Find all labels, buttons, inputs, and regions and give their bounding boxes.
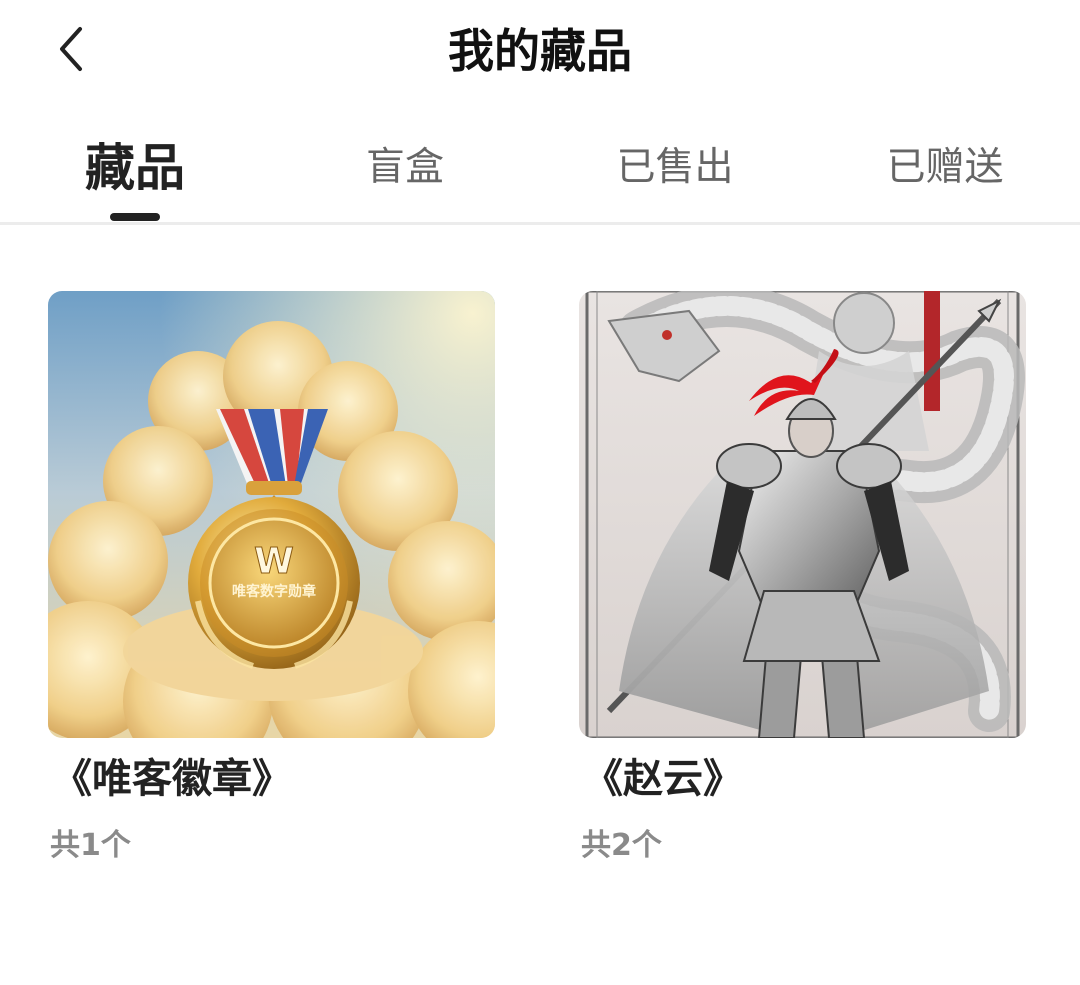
page-title: 我的藏品 <box>448 24 632 78</box>
collection-card-zhaoyun[interactable]: 《赵云》 共2个 <box>579 291 1026 866</box>
active-tab-indicator <box>110 213 160 221</box>
tab-label: 已售出 <box>616 145 734 190</box>
tab-label: 已赠送 <box>886 145 1004 190</box>
tab-sold[interactable]: 已售出 <box>575 130 775 222</box>
tab-gifted[interactable]: 已赠送 <box>845 130 1045 222</box>
tab-collections[interactable]: 藏品 <box>35 130 235 222</box>
collection-image-medal: W 唯客数字勋章 <box>48 291 495 738</box>
collection-card-medal[interactable]: W 唯客数字勋章 《唯客徽章》 共1个 <box>48 291 495 866</box>
collection-count: 共1个 <box>50 828 131 863</box>
medal-logo: W <box>254 541 294 582</box>
tabs-divider <box>0 222 1080 225</box>
collection-image-zhaoyun <box>579 291 1026 738</box>
tab-label: 藏品 <box>85 139 185 197</box>
header-bar: 我的藏品 <box>0 0 1080 100</box>
collection-count: 共2个 <box>581 828 662 863</box>
tab-blind-box[interactable]: 盲盒 <box>305 130 505 222</box>
tab-bar: 藏品 盲盒 已售出 已赠送 <box>0 130 1080 222</box>
tab-label: 盲盒 <box>365 145 444 190</box>
collection-title: 《唯客徽章》 <box>52 756 292 802</box>
collection-title: 《赵云》 <box>583 756 743 802</box>
medal-inscription: 唯客数字勋章 <box>232 583 316 600</box>
